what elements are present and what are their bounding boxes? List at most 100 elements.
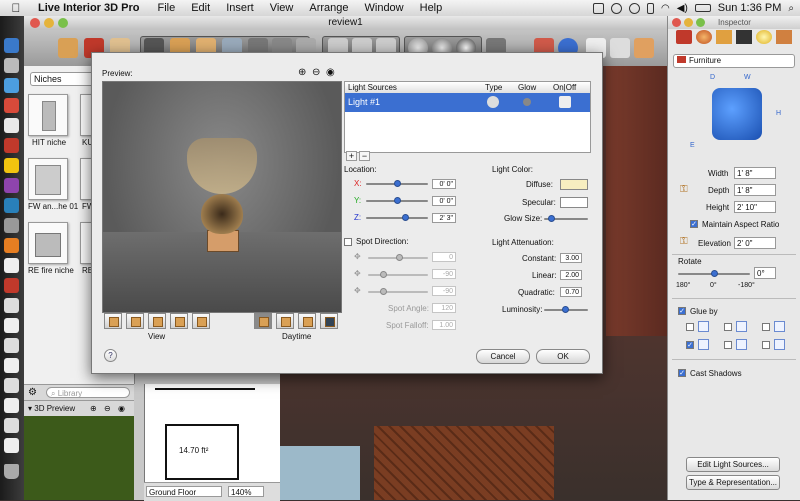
spot-falloff-field[interactable]: 1.00 bbox=[432, 320, 456, 330]
height-field[interactable]: 2' 10" bbox=[734, 201, 776, 213]
elevation-field[interactable]: 2' 0" bbox=[734, 237, 776, 249]
view-front-button[interactable] bbox=[104, 313, 122, 329]
library-search-input[interactable]: ⌕ Library bbox=[46, 387, 130, 398]
onoff-switch-icon[interactable] bbox=[559, 96, 571, 108]
col-light-sources[interactable]: Light Sources bbox=[348, 82, 397, 93]
linear-field[interactable]: 2.00 bbox=[560, 270, 582, 280]
width-field[interactable]: 1' 8" bbox=[734, 167, 776, 179]
edit-light-sources-button[interactable]: Edit Light Sources... bbox=[686, 457, 780, 472]
ok-button[interactable]: OK bbox=[536, 349, 590, 364]
z-field[interactable]: 2' 3" bbox=[432, 213, 456, 223]
menu-file[interactable]: File bbox=[157, 2, 175, 14]
catalog-item[interactable] bbox=[28, 158, 68, 200]
add-light-button[interactable]: + bbox=[346, 151, 357, 161]
rotate-field[interactable]: 0° bbox=[754, 267, 776, 279]
x-slider[interactable] bbox=[366, 180, 428, 187]
dock-app-icon[interactable] bbox=[4, 398, 19, 413]
help-button[interactable]: ? bbox=[104, 349, 117, 362]
dock-app-icon[interactable] bbox=[4, 238, 19, 253]
zoom-out-icon[interactable]: ⊖ bbox=[312, 67, 320, 78]
floor-select[interactable]: Ground Floor bbox=[146, 486, 222, 497]
close-window-icon[interactable] bbox=[30, 18, 40, 28]
glue-checkbox[interactable] bbox=[724, 323, 732, 331]
cast-shadows-checkbox[interactable]: ✓ bbox=[678, 369, 686, 377]
dock-app-icon[interactable] bbox=[4, 438, 19, 453]
glow-toggle-icon[interactable] bbox=[523, 98, 531, 106]
zoom-select[interactable]: 140% bbox=[228, 486, 264, 497]
status-battery-icon[interactable] bbox=[694, 4, 711, 12]
menu-insert[interactable]: Insert bbox=[226, 2, 254, 14]
catalog-item[interactable] bbox=[28, 94, 68, 136]
col-glow[interactable]: Glow bbox=[518, 82, 536, 93]
dock-app-icon[interactable] bbox=[4, 98, 19, 113]
zoom-window-icon[interactable] bbox=[58, 18, 68, 28]
spotlight-icon[interactable]: ⌕ bbox=[788, 3, 794, 14]
glow-size-slider[interactable] bbox=[544, 215, 588, 222]
view-left-button[interactable] bbox=[126, 313, 144, 329]
minimize-inspector-icon[interactable] bbox=[684, 18, 693, 27]
glue-checkbox[interactable] bbox=[724, 341, 732, 349]
dock-app-icon[interactable] bbox=[4, 138, 19, 153]
slider-knob[interactable] bbox=[380, 288, 387, 295]
slider-knob[interactable] bbox=[711, 270, 718, 277]
z-slider[interactable] bbox=[366, 214, 428, 221]
glue-checkbox[interactable]: ✓ bbox=[686, 341, 694, 349]
inspector-category-select[interactable]: Furniture bbox=[673, 54, 795, 68]
type-representation-button[interactable]: Type & Representation... bbox=[686, 475, 780, 490]
dock-app-icon[interactable] bbox=[4, 298, 19, 313]
catalog-item[interactable] bbox=[28, 222, 68, 264]
spot-slider-3[interactable] bbox=[368, 288, 428, 295]
close-inspector-icon[interactable] bbox=[672, 18, 681, 27]
view-back-button[interactable] bbox=[170, 313, 188, 329]
daytime-evening-button[interactable] bbox=[298, 313, 316, 329]
dock-app-icon[interactable] bbox=[4, 118, 19, 133]
menu-app-name[interactable]: Live Interior 3D Pro bbox=[38, 2, 139, 14]
zoom-in-icon[interactable]: ⊕ bbox=[90, 401, 97, 417]
glue-checkbox[interactable] bbox=[762, 323, 770, 331]
lock-icon[interactable]: ⚿ bbox=[680, 184, 688, 195]
slider-knob[interactable] bbox=[548, 215, 555, 222]
tab-people-icon[interactable] bbox=[736, 30, 752, 44]
house-icon[interactable] bbox=[634, 38, 654, 58]
luminosity-slider[interactable] bbox=[544, 306, 588, 313]
eye-icon[interactable]: ◉ bbox=[326, 67, 335, 78]
y-field[interactable]: 0' 0" bbox=[432, 196, 456, 206]
spot-slider-1[interactable] bbox=[368, 254, 428, 261]
glue-checkbox[interactable] bbox=[762, 341, 770, 349]
status-clock[interactable]: Sun 1:36 PM bbox=[718, 2, 782, 14]
spot-slider-2[interactable] bbox=[368, 271, 428, 278]
x-field[interactable]: 0' 0" bbox=[432, 179, 456, 189]
daytime-noon-button[interactable] bbox=[276, 313, 294, 329]
zoom-inspector-icon[interactable] bbox=[696, 18, 705, 27]
spot-direction-checkbox[interactable] bbox=[344, 238, 352, 246]
status-display-icon[interactable] bbox=[593, 2, 605, 14]
lamp-preview[interactable] bbox=[102, 81, 342, 313]
diffuse-color-well[interactable] bbox=[560, 179, 588, 190]
minimize-window-icon[interactable] bbox=[44, 18, 54, 28]
daytime-morning-button[interactable] bbox=[254, 313, 272, 329]
status-wifi-icon[interactable]: ◠ bbox=[661, 3, 670, 14]
rotate-slider[interactable] bbox=[678, 270, 750, 277]
dock-app-icon[interactable] bbox=[4, 358, 19, 373]
dock-app-icon[interactable] bbox=[4, 338, 19, 353]
dock-app-icon[interactable] bbox=[4, 378, 19, 393]
tab-light-icon[interactable] bbox=[756, 30, 772, 44]
apple-menu-icon[interactable]:  bbox=[8, 1, 24, 15]
tab-furniture-icon[interactable] bbox=[676, 30, 692, 44]
y-slider[interactable] bbox=[366, 197, 428, 204]
status-time-machine-icon[interactable] bbox=[629, 2, 641, 14]
aspect-ratio-checkbox[interactable]: ✓ bbox=[690, 220, 698, 228]
spot-angle-field[interactable]: 120 bbox=[432, 303, 456, 313]
zoom-out-icon[interactable]: ⊖ bbox=[104, 401, 111, 417]
dock-app-icon[interactable] bbox=[4, 178, 19, 193]
slider-knob[interactable] bbox=[396, 254, 403, 261]
dock-app-icon[interactable] bbox=[4, 318, 19, 333]
tab-edit-icon[interactable] bbox=[716, 30, 732, 44]
quadratic-field[interactable]: 0.70 bbox=[560, 287, 582, 297]
slider-knob[interactable] bbox=[562, 306, 569, 313]
menu-arrange[interactable]: Arrange bbox=[309, 2, 348, 14]
glue-by-checkbox[interactable]: ✓ bbox=[678, 307, 686, 315]
layout-split-icon[interactable] bbox=[610, 38, 630, 58]
slider-knob[interactable] bbox=[402, 214, 409, 221]
tab-materials-icon[interactable] bbox=[696, 30, 712, 44]
